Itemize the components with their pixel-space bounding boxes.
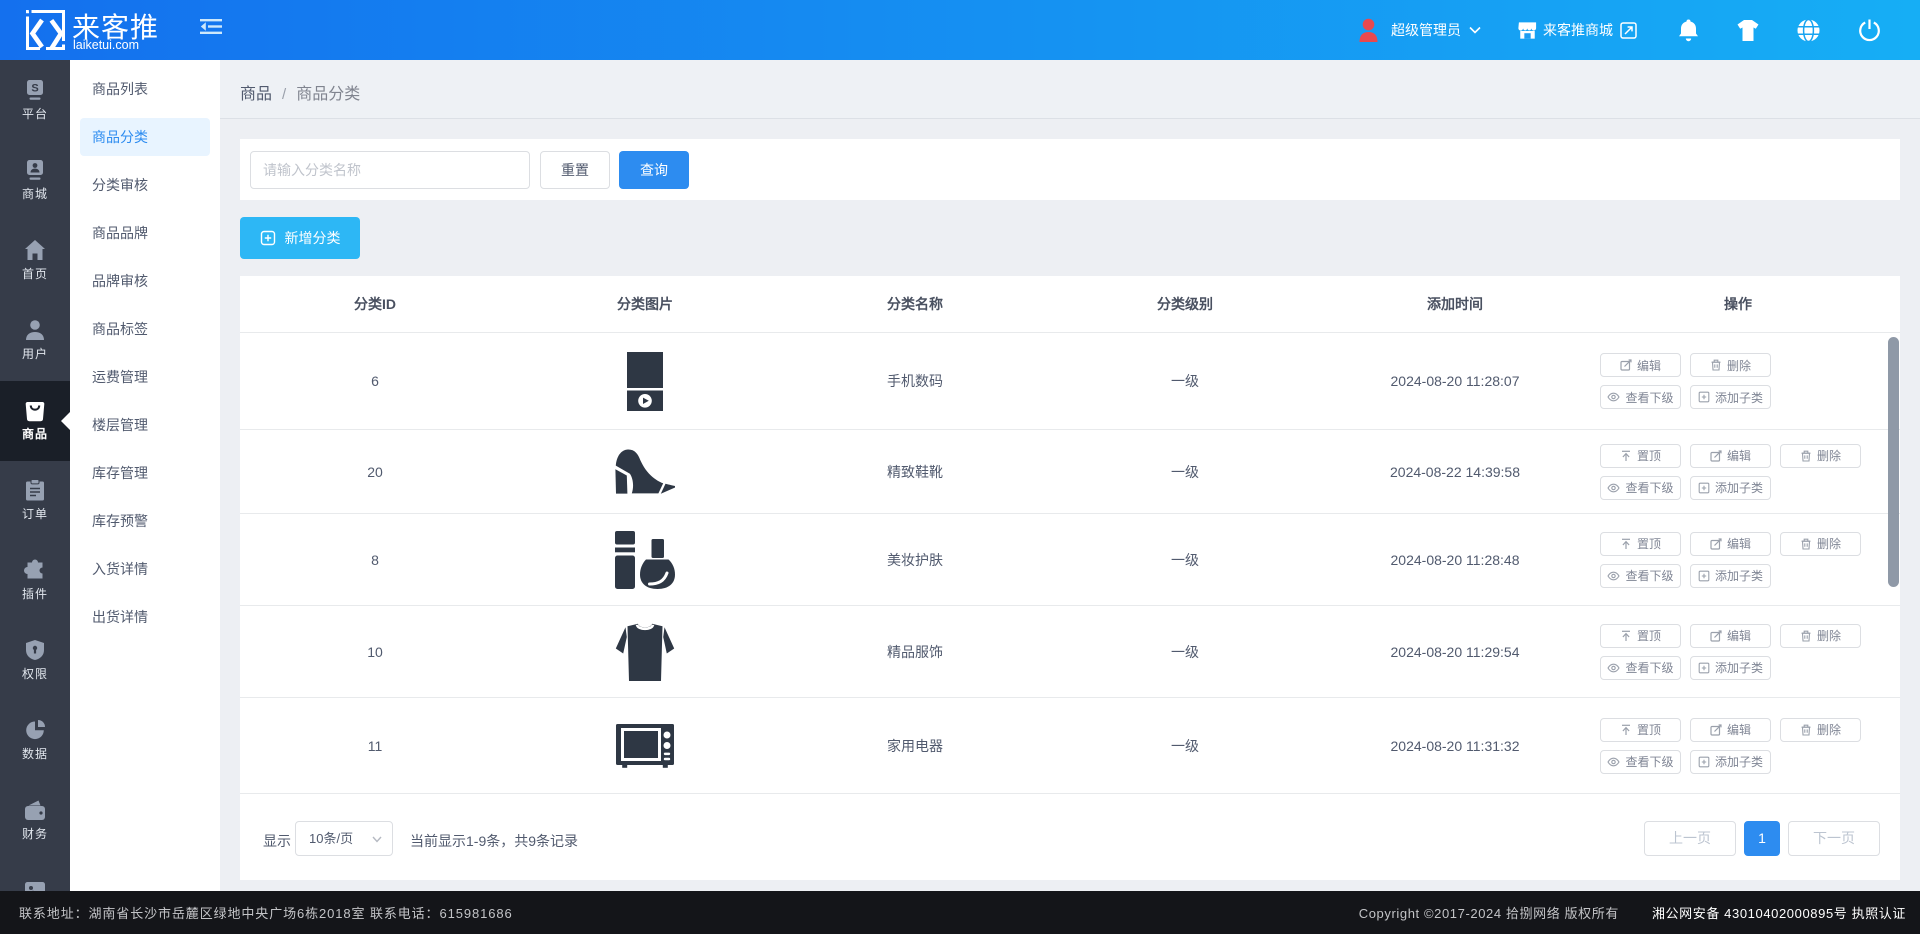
svg-text:S: S xyxy=(31,83,38,95)
